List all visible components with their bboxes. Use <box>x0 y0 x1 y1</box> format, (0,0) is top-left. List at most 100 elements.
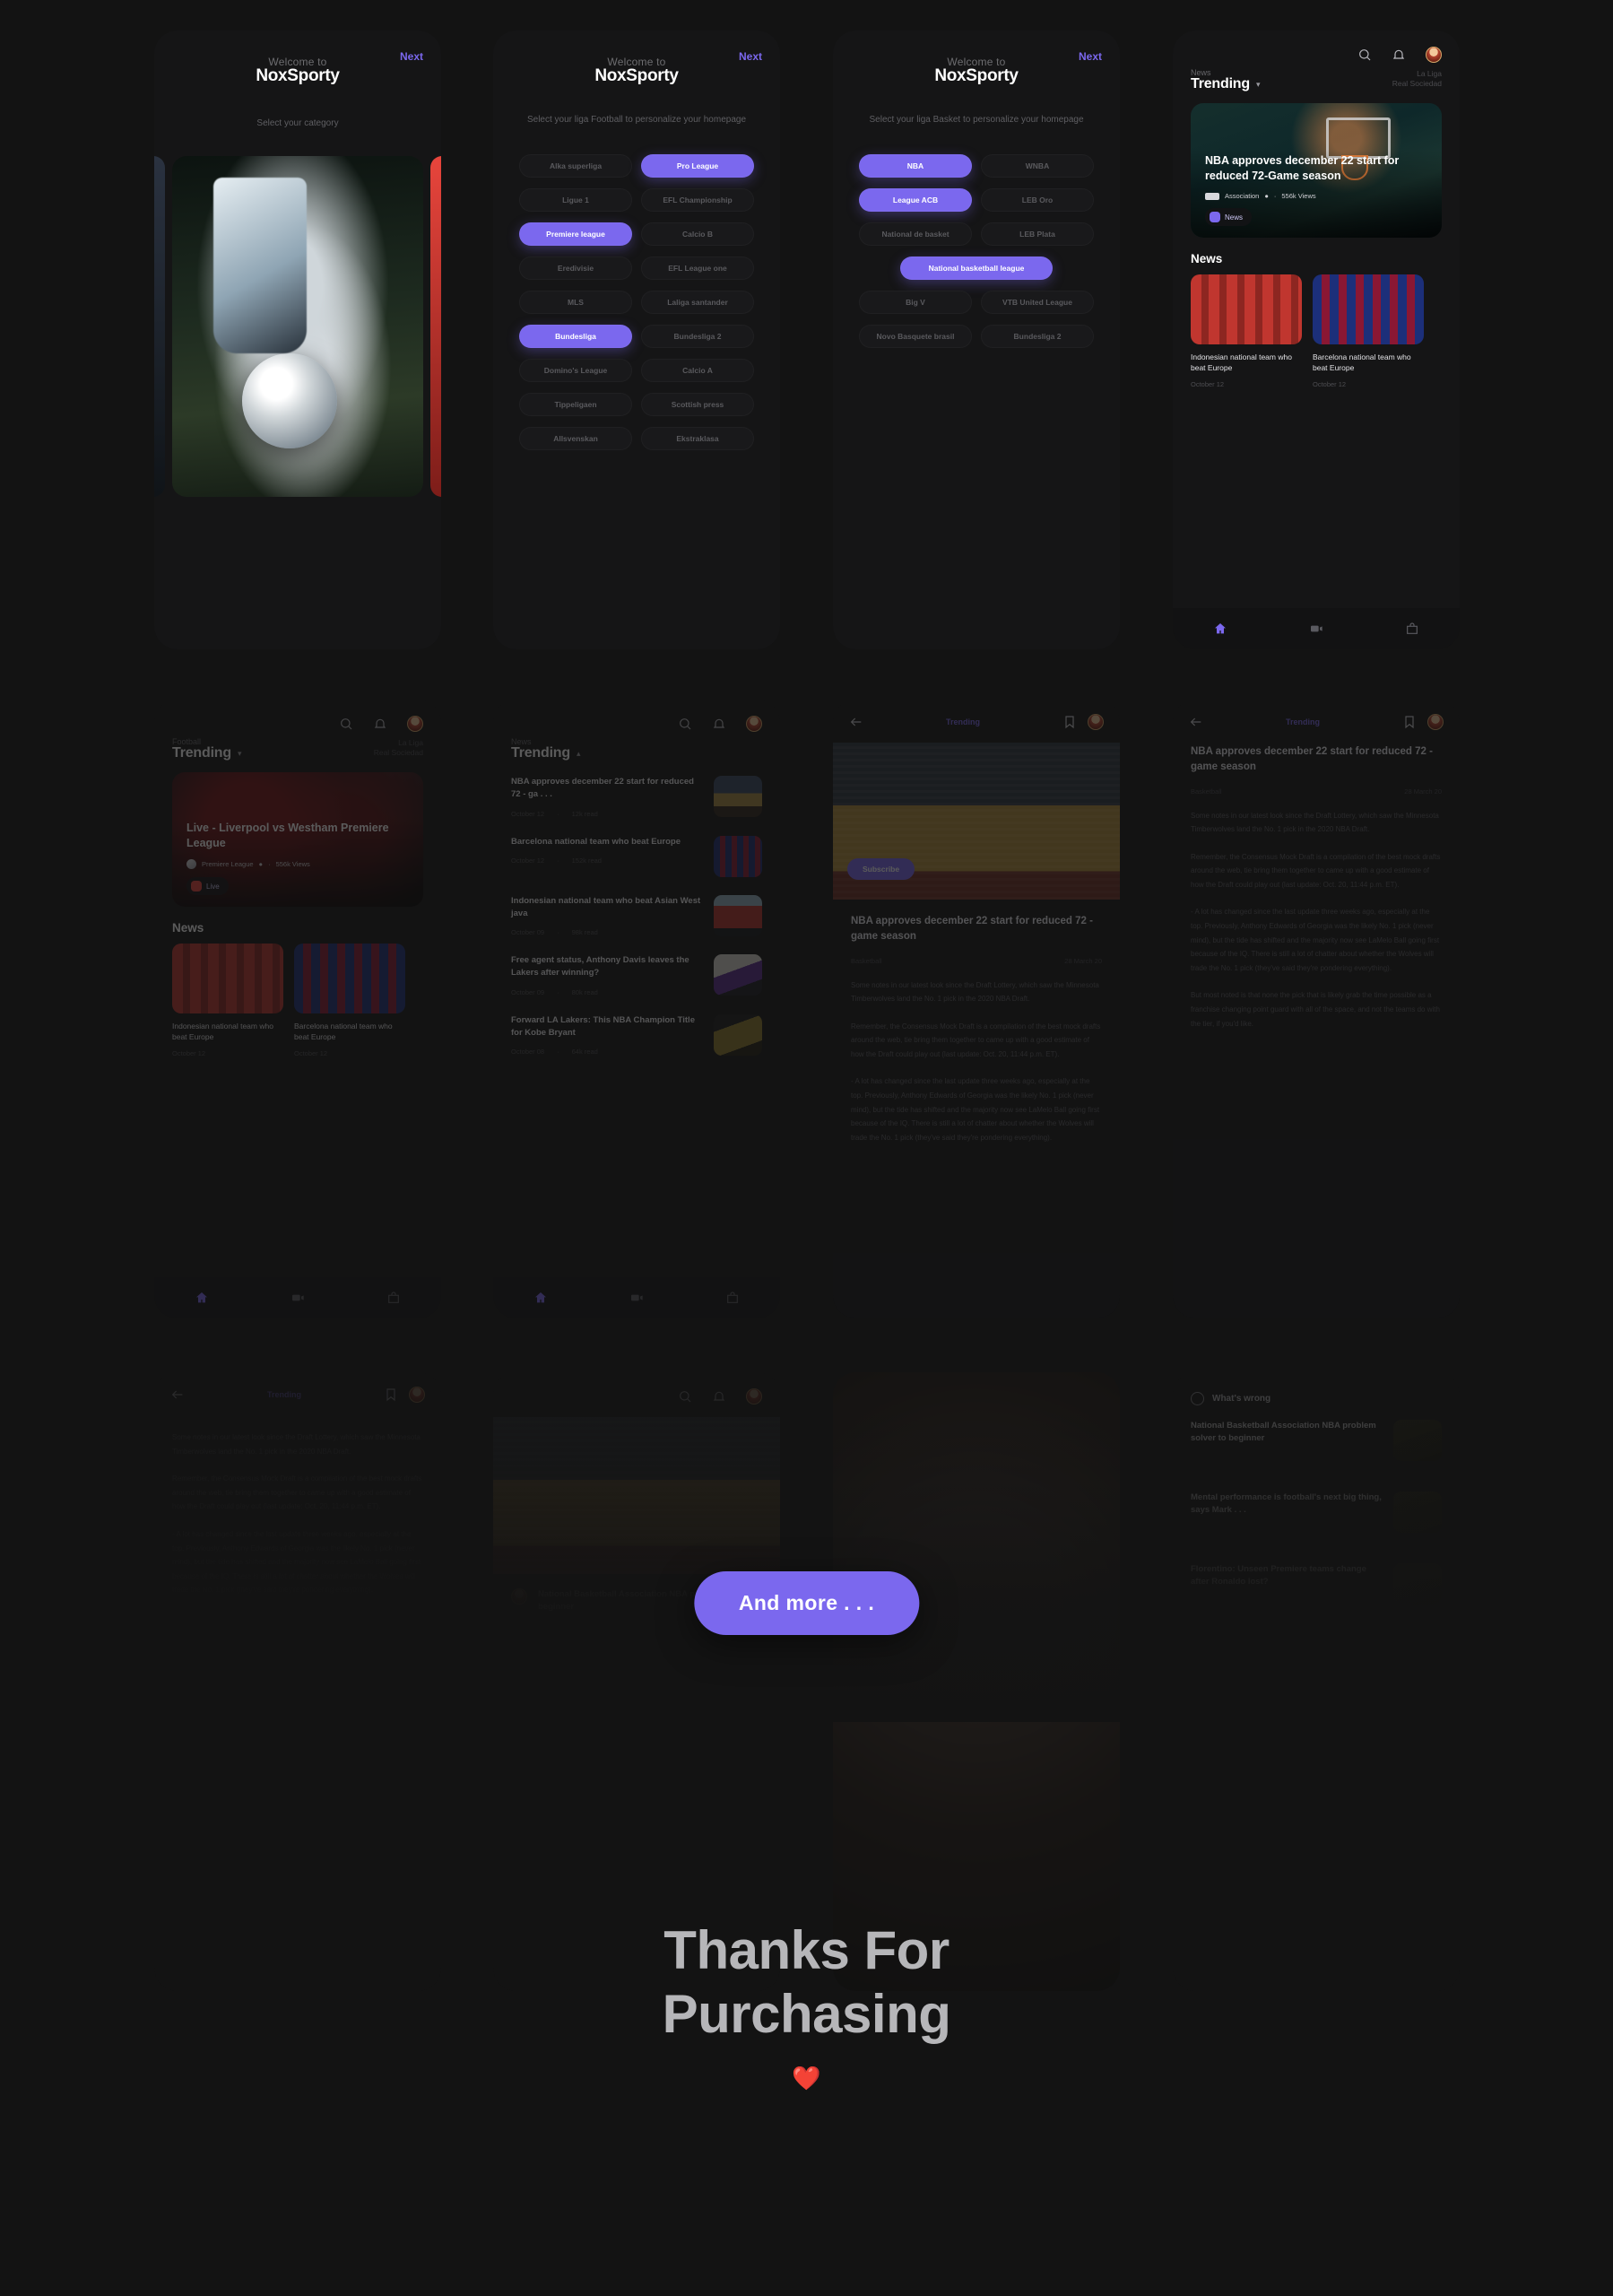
back-arrow-icon[interactable] <box>849 715 863 729</box>
league-chip[interactable]: Premiere league <box>519 222 632 246</box>
bell-icon[interactable] <box>373 717 387 731</box>
league-chip[interactable]: Bundesliga 2 <box>641 324 754 348</box>
avatar[interactable] <box>407 716 423 732</box>
trending-row[interactable]: Indonesian national team who beat Asian … <box>511 894 762 936</box>
chevron-down-icon[interactable]: ▾ <box>1256 80 1261 90</box>
video-icon[interactable] <box>1309 622 1323 636</box>
carousel-slide-football[interactable] <box>172 156 423 497</box>
search-icon[interactable] <box>678 717 692 731</box>
league-chip[interactable]: Calcio A <box>641 358 754 382</box>
carousel-slide-prev[interactable] <box>154 156 165 497</box>
league-chip[interactable]: Alka superliga <box>519 153 632 178</box>
league-chip[interactable]: Allsvenskan <box>519 426 632 450</box>
league-chip[interactable]: Ligue 1 <box>519 187 632 212</box>
hero-card[interactable]: NBA approves december 22 start for reduc… <box>1191 103 1442 238</box>
category-carousel[interactable] <box>154 156 441 506</box>
bottom-nav[interactable] <box>493 1277 780 1318</box>
search-icon[interactable] <box>678 1389 692 1404</box>
league-chip[interactable]: Scottish press <box>641 392 754 416</box>
hero-tag[interactable]: News <box>1205 208 1253 226</box>
video-icon[interactable] <box>629 1291 644 1305</box>
hero-card[interactable]: Live - Liverpool vs Westham Premiere Lea… <box>172 772 423 907</box>
back-arrow-icon[interactable] <box>170 1387 185 1402</box>
whats-wrong-row[interactable]: National Basketball Association NBA prob… <box>1191 1420 1442 1461</box>
league-chip[interactable]: Pro League <box>641 153 754 178</box>
league-chip[interactable]: Eredivisie <box>519 256 632 280</box>
chevron-down-icon[interactable]: ▾ <box>238 749 242 759</box>
league-chip[interactable]: League ACB <box>859 187 972 212</box>
chevron-up-icon[interactable]: ▴ <box>577 749 581 759</box>
league-chip[interactable]: Calcio B <box>641 222 754 246</box>
bookmark-icon[interactable] <box>1402 715 1417 729</box>
bag-icon[interactable] <box>725 1291 740 1305</box>
league-chip[interactable]: EFL League one <box>641 256 754 280</box>
league-chip[interactable]: VTB United League <box>981 290 1094 314</box>
league-chip-grid-basket[interactable]: NBA WNBA League ACB LEB Oro National de bask… <box>854 153 1098 348</box>
screen-home-basket: News Trending ▾ La Liga Real Sociedad NB… <box>1173 30 1460 649</box>
news-card[interactable]: Indonesian national team who beat Europe… <box>1191 274 1302 388</box>
bell-icon[interactable] <box>1392 48 1406 62</box>
league-chip[interactable]: Domino's League <box>519 358 632 382</box>
trending-row[interactable]: Forward LA Lakers: This NBA Champion Tit… <box>511 1013 762 1056</box>
hero-tag[interactable]: Live <box>186 877 229 895</box>
league-chip[interactable]: Bundesliga 2 <box>981 324 1094 348</box>
league-chip[interactable]: Bundesliga <box>519 324 632 348</box>
league-chip[interactable]: EFL Championship <box>641 187 754 212</box>
bottom-nav[interactable] <box>154 1277 441 1318</box>
whats-wrong-row[interactable]: Florentino: Unseen Premiere teams change… <box>1191 1563 1442 1605</box>
trending-row-meta: October 12 · 12k read <box>511 810 703 818</box>
news-card-date: October 12 <box>1313 379 1347 388</box>
league-chip[interactable]: Ekstraklasa <box>641 426 754 450</box>
league-chip[interactable]: NBA <box>859 153 972 178</box>
league-chip[interactable]: National basketball league <box>900 256 1053 280</box>
next-button[interactable]: Next <box>400 50 423 63</box>
trending-row[interactable]: NBA approves december 22 start for reduc… <box>511 776 762 818</box>
bag-icon[interactable] <box>1405 622 1419 636</box>
subscribe-button[interactable]: Subscribe <box>847 858 915 880</box>
bell-icon[interactable] <box>712 1389 726 1404</box>
league-chip-grid-football[interactable]: Alka superliga Pro League Ligue 1 EFL Champ… <box>515 153 759 450</box>
home-icon[interactable] <box>195 1291 209 1305</box>
league-chip[interactable]: Big V <box>859 290 972 314</box>
league-chip[interactable]: LEB Plata <box>981 222 1094 246</box>
league-chip[interactable]: MLS <box>519 290 632 314</box>
video-player-surface[interactable] <box>833 1372 1120 1991</box>
section-title-row[interactable]: Trending ▴ <box>511 745 762 761</box>
search-icon[interactable] <box>339 717 353 731</box>
home-icon[interactable] <box>533 1291 548 1305</box>
bag-icon[interactable] <box>386 1291 401 1305</box>
whats-wrong-row[interactable]: Mental performance is football's next bi… <box>1191 1492 1442 1533</box>
avatar[interactable] <box>409 1387 425 1403</box>
bookmark-icon[interactable] <box>1062 715 1077 729</box>
and-more-button[interactable]: And more . . . <box>693 1571 920 1635</box>
home-icon[interactable] <box>1213 622 1227 636</box>
search-icon[interactable] <box>1357 48 1372 62</box>
news-card[interactable]: Barcelona national team who beat Europe … <box>1313 274 1424 388</box>
league-chip[interactable]: National de basket <box>859 222 972 246</box>
avatar[interactable] <box>1426 47 1442 63</box>
carousel-slide-next[interactable] <box>430 156 441 497</box>
avatar[interactable] <box>511 1588 527 1605</box>
league-chip[interactable]: Laliga santander <box>641 290 754 314</box>
next-button[interactable]: Next <box>739 50 762 63</box>
bookmark-icon[interactable] <box>384 1387 398 1402</box>
trending-row[interactable]: Free agent status, Anthony Davis leaves … <box>511 954 762 996</box>
bell-icon[interactable] <box>712 717 726 731</box>
avatar[interactable] <box>1427 714 1444 730</box>
news-card[interactable]: Barcelona national team who beat Europe … <box>294 944 405 1057</box>
league-chip[interactable]: Novo Basquete brasil <box>859 324 972 348</box>
trending-row[interactable]: Barcelona national team who beat Europe O… <box>511 835 762 877</box>
next-button[interactable]: Next <box>1079 50 1102 63</box>
bottom-nav[interactable] <box>1173 608 1460 649</box>
avatar[interactable] <box>1088 714 1104 730</box>
news-card[interactable]: Indonesian national team who beat Europe… <box>172 944 283 1057</box>
league-chip[interactable]: Tippeligaen <box>519 392 632 416</box>
video-icon[interactable] <box>291 1291 305 1305</box>
league-chip[interactable]: LEB Oro <box>981 187 1094 212</box>
back-arrow-icon[interactable] <box>1189 715 1203 729</box>
avatar[interactable] <box>746 716 762 732</box>
avatar[interactable] <box>746 1388 762 1405</box>
whats-wrong-row-thumbnail <box>1393 1492 1442 1533</box>
video-thumbnail[interactable] <box>493 1417 780 1574</box>
league-chip[interactable]: WNBA <box>981 153 1094 178</box>
